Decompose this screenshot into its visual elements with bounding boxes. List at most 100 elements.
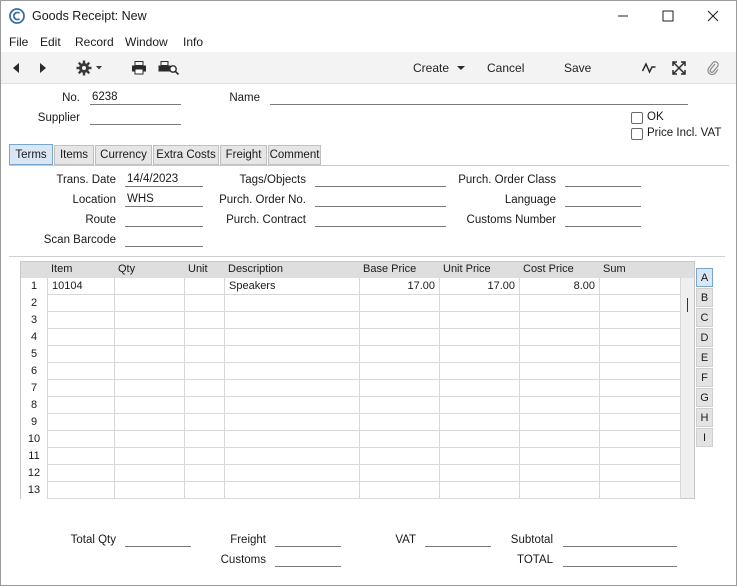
cell-description[interactable] <box>225 448 360 465</box>
cell-cost-price[interactable] <box>520 363 600 380</box>
cell-qty[interactable] <box>115 482 185 499</box>
col-description-header[interactable]: Description <box>228 263 283 275</box>
cell-unit[interactable] <box>185 482 225 499</box>
cell-item[interactable] <box>48 295 115 312</box>
cell-sum[interactable] <box>600 363 681 380</box>
attach-button[interactable] <box>706 52 720 84</box>
tab-freight[interactable]: Freight <box>220 145 267 165</box>
cell-description[interactable] <box>225 329 360 346</box>
tab-currency[interactable]: Currency <box>95 145 152 165</box>
cell-sum[interactable] <box>600 295 681 312</box>
side-tab-i[interactable]: I <box>696 428 713 447</box>
cell-unit[interactable] <box>185 380 225 397</box>
cell-cost-price[interactable] <box>520 380 600 397</box>
language-field[interactable] <box>565 193 641 207</box>
table-row[interactable]: 11 <box>21 448 681 465</box>
cell-unit-price[interactable] <box>440 380 520 397</box>
cell-sum[interactable] <box>600 329 681 346</box>
cell-description[interactable] <box>225 346 360 363</box>
cell-qty[interactable] <box>115 465 185 482</box>
table-row[interactable]: 8 <box>21 397 681 414</box>
menu-window[interactable]: Window <box>125 35 168 49</box>
cell-sum[interactable] <box>600 414 681 431</box>
cell-sum[interactable] <box>600 346 681 363</box>
cell-unit-price[interactable] <box>440 312 520 329</box>
menu-edit[interactable]: Edit <box>40 35 61 49</box>
table-row[interactable]: 6 <box>21 363 681 380</box>
scan-barcode-field[interactable] <box>125 233 203 247</box>
supplier-field[interactable] <box>90 111 181 125</box>
cell-item[interactable] <box>48 380 115 397</box>
close-button[interactable] <box>698 5 728 27</box>
cell-item[interactable] <box>48 448 115 465</box>
cell-item[interactable]: 10104 <box>48 278 115 295</box>
cell-unit[interactable] <box>185 465 225 482</box>
cell-sum[interactable] <box>600 465 681 482</box>
table-row[interactable]: 12 <box>21 465 681 482</box>
cell-sum[interactable] <box>600 312 681 329</box>
cell-unit-price[interactable] <box>440 363 520 380</box>
cell-base-price[interactable] <box>360 431 440 448</box>
side-tab-a[interactable]: A <box>696 268 713 287</box>
cell-base-price[interactable] <box>360 448 440 465</box>
purch-order-no-field[interactable] <box>315 193 446 207</box>
col-qty-header[interactable]: Qty <box>118 263 135 275</box>
col-sum-header[interactable]: Sum <box>603 263 626 275</box>
cell-sum[interactable] <box>600 448 681 465</box>
cell-unit[interactable] <box>185 414 225 431</box>
cell-item[interactable] <box>48 329 115 346</box>
table-row[interactable]: 5 <box>21 346 681 363</box>
cell-unit-price[interactable] <box>440 448 520 465</box>
table-row[interactable]: 10 <box>21 431 681 448</box>
cell-unit-price[interactable] <box>440 431 520 448</box>
side-tab-f[interactable]: F <box>696 368 713 387</box>
cell-description[interactable] <box>225 465 360 482</box>
cell-sum[interactable] <box>600 397 681 414</box>
col-item-header[interactable]: Item <box>51 263 72 275</box>
minimize-button[interactable] <box>608 5 638 27</box>
grid-scrollbar[interactable] <box>681 278 694 498</box>
cell-qty[interactable] <box>115 363 185 380</box>
cell-base-price[interactable] <box>360 380 440 397</box>
menu-info[interactable]: Info <box>183 35 203 49</box>
tab-comment[interactable]: Comment <box>268 145 321 165</box>
cell-cost-price[interactable] <box>520 329 600 346</box>
cell-sum[interactable] <box>600 431 681 448</box>
menu-file[interactable]: File <box>9 35 28 49</box>
operations-menu-button[interactable] <box>76 52 104 84</box>
side-tab-c[interactable]: C <box>696 308 713 327</box>
cancel-button[interactable]: Cancel <box>487 52 524 84</box>
cell-item[interactable] <box>48 465 115 482</box>
cell-base-price[interactable] <box>360 414 440 431</box>
cell-base-price[interactable] <box>360 295 440 312</box>
purch-order-class-field[interactable] <box>565 173 641 187</box>
col-unit-price-header[interactable]: Unit Price <box>443 263 491 275</box>
cell-unit-price[interactable] <box>440 397 520 414</box>
cell-unit-price[interactable] <box>440 482 520 499</box>
cell-unit[interactable] <box>185 448 225 465</box>
cell-sum[interactable] <box>600 380 681 397</box>
col-unit-header[interactable]: Unit <box>188 263 208 275</box>
price-incl-vat-checkbox[interactable] <box>631 128 643 140</box>
tab-items[interactable]: Items <box>54 145 94 165</box>
cell-unit[interactable] <box>185 295 225 312</box>
cell-description[interactable] <box>225 414 360 431</box>
cell-cost-price[interactable] <box>520 346 600 363</box>
cell-base-price[interactable] <box>360 465 440 482</box>
cell-unit-price[interactable] <box>440 414 520 431</box>
cell-item[interactable] <box>48 312 115 329</box>
menu-record[interactable]: Record <box>75 35 114 49</box>
save-button[interactable]: Save <box>564 52 591 84</box>
table-row[interactable]: 2 <box>21 295 681 312</box>
route-field[interactable] <box>125 213 203 227</box>
table-row[interactable]: 9 <box>21 414 681 431</box>
cell-unit[interactable] <box>185 329 225 346</box>
cell-cost-price[interactable] <box>520 465 600 482</box>
customs-number-field[interactable] <box>565 213 641 227</box>
cell-description[interactable] <box>225 380 360 397</box>
cell-sum[interactable] <box>600 482 681 499</box>
side-tab-h[interactable]: H <box>696 408 713 427</box>
cell-base-price[interactable] <box>360 329 440 346</box>
cell-qty[interactable] <box>115 431 185 448</box>
cell-item[interactable] <box>48 431 115 448</box>
